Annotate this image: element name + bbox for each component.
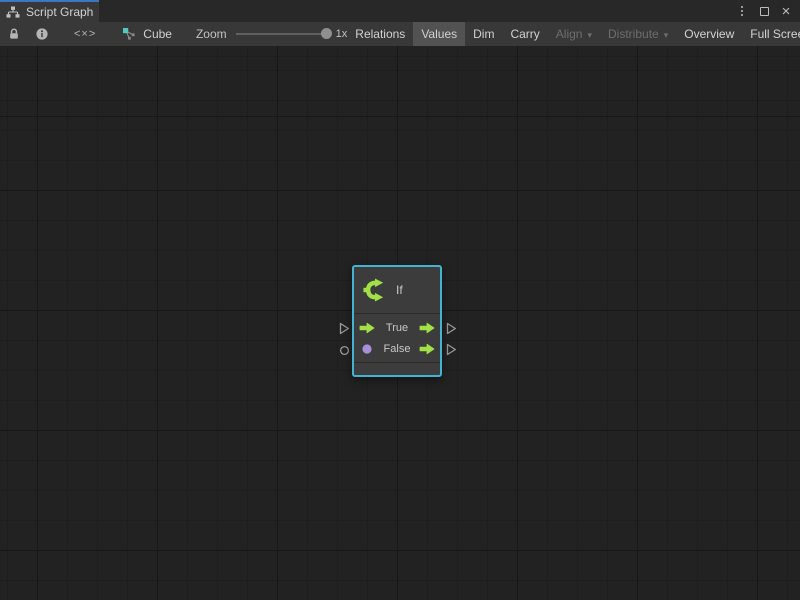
menu-dots-icon [741, 6, 743, 16]
chevron-down-icon: ▾ [587, 30, 592, 41]
node-title: If [396, 283, 403, 297]
close-icon: × [782, 4, 791, 19]
overview-button[interactable]: Overview [676, 22, 742, 46]
boolean-input-port-icon[interactable] [359, 343, 375, 355]
if-node-header[interactable]: If [354, 267, 440, 313]
flow-output-port-icon-false[interactable] [419, 343, 435, 355]
flow-output-socket-true[interactable] [446, 322, 457, 335]
lock-icon [7, 27, 21, 41]
boolean-input-socket[interactable] [339, 345, 350, 356]
if-node-footer [354, 363, 440, 374]
zoom-control: Zoom 1x [196, 22, 347, 46]
close-button[interactable]: × [778, 3, 794, 19]
titlebar-spacer [99, 0, 734, 22]
port-row-false: False [359, 338, 435, 359]
graph-target-label: Cube [143, 27, 172, 41]
maximize-icon [760, 7, 769, 16]
graph-target-button[interactable]: Cube [114, 22, 180, 46]
zoom-label: Zoom [196, 27, 227, 41]
tab-script-graph[interactable]: Script Graph [0, 0, 99, 22]
branch-icon [362, 277, 387, 303]
zoom-slider-handle[interactable] [321, 28, 332, 39]
flow-input-port-icon[interactable] [359, 322, 375, 334]
port-label-false: False [375, 343, 419, 355]
flow-output-port-icon-true[interactable] [419, 322, 435, 334]
code-preview-toggle[interactable]: <×> [56, 22, 114, 46]
distribute-dropdown[interactable]: Distribute ▾ [600, 22, 676, 46]
flow-output-socket-false[interactable] [446, 343, 457, 356]
chevron-down-icon: ▾ [664, 30, 669, 41]
zoom-slider[interactable] [236, 33, 330, 35]
port-row-true: True [359, 317, 435, 338]
if-node-body: True False [354, 313, 440, 363]
full-screen-button[interactable]: Full Screen [742, 22, 800, 46]
window-menu-button[interactable] [734, 3, 750, 19]
zoom-value: 1x [336, 28, 348, 40]
titlebar: Script Graph × [0, 0, 800, 22]
relations-button[interactable]: Relations [347, 22, 413, 46]
graph-target-icon [122, 27, 136, 41]
align-dropdown[interactable]: Align ▾ [548, 22, 600, 46]
if-node[interactable]: If True [352, 265, 442, 377]
distribute-label: Distribute [608, 27, 659, 41]
lock-button[interactable] [0, 22, 28, 46]
carry-button[interactable]: Carry [502, 22, 547, 46]
values-button[interactable]: Values [413, 22, 465, 46]
graph-hierarchy-icon [6, 6, 20, 19]
info-button[interactable] [28, 22, 56, 46]
port-label-true: True [375, 322, 419, 334]
maximize-button[interactable] [756, 3, 772, 19]
tab-label: Script Graph [26, 5, 93, 19]
align-label: Align [556, 27, 583, 41]
info-icon [35, 27, 49, 41]
graph-toolbar: <×> Cube Zoom 1x Relations Values Dim Ca… [0, 22, 800, 46]
window-controls: × [734, 0, 800, 22]
graph-canvas[interactable]: If True [0, 46, 800, 600]
dim-button[interactable]: Dim [465, 22, 502, 46]
flow-input-socket[interactable] [339, 322, 350, 335]
